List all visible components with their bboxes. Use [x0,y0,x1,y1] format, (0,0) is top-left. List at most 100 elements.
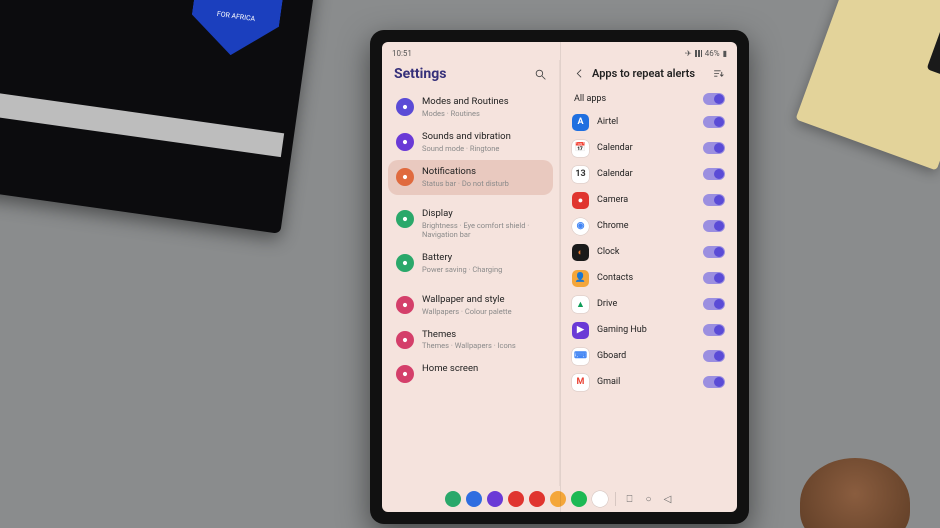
app-icon: ⌨ [572,348,589,365]
app-icon: M [572,374,589,391]
app-icon: ◐ [572,244,589,261]
wifi-icon: ✈ [685,49,692,58]
settings-item-wallpaper-and-style[interactable]: Wallpaper and styleWallpapers · Colour p… [388,288,553,323]
app-icon: 👤 [572,270,589,287]
settings-item-title: Home screen [422,364,478,375]
dock-app-icon[interactable] [466,491,482,507]
app-row-gmail[interactable]: M Gmail [568,369,729,395]
search-icon[interactable] [533,67,547,81]
barcode-strip [0,86,284,157]
app-row-chrome[interactable]: ◉ Chrome [568,213,729,239]
apps-pane: Apps to repeat alerts All apps A Airtel 📅C… [560,60,737,486]
apps-list[interactable]: All apps AAirtel📅Calendar13Calendar●Came… [560,88,737,486]
settings-item-display[interactable]: DisplayBrightness · Eye comfort shield ·… [388,202,553,246]
app-icon: ▲ [572,296,589,313]
settings-item-icon [396,98,414,116]
dock-app-icon[interactable] [550,491,566,507]
app-name: Clock [597,247,695,257]
hand-thumb [800,458,910,528]
settings-item-title: Modes and Routines [422,97,509,108]
settings-item-title: Themes [422,330,516,341]
app-toggle[interactable] [703,272,725,284]
product-box: FOR AFRICA Galaxy Z Fold6 [0,0,316,234]
app-row-gboard[interactable]: ⌨ Gboard [568,343,729,369]
settings-item-notifications[interactable]: NotificationsStatus bar · Do not disturb [388,160,553,195]
settings-item-subtitle: Sound mode · Ringtone [422,144,511,153]
app-name: Drive [597,299,695,309]
nav-back-icon[interactable]: ◁ [661,493,675,505]
settings-pane: Settings Modes and RoutinesModes · Routi… [382,60,560,486]
wooden-block [795,0,940,171]
app-name: Camera [597,195,695,205]
settings-item-title: Wallpaper and style [422,295,512,306]
dock-app-icon[interactable] [529,491,545,507]
settings-item-title: Notifications [422,167,509,178]
settings-item-themes[interactable]: ThemesThemes · Wallpapers · Icons [388,323,553,358]
all-apps-label: All apps [572,94,695,104]
nav-home-icon[interactable]: ○ [642,493,656,505]
settings-item-battery[interactable]: BatteryPower saving · Charging [388,246,553,281]
settings-item-icon [396,133,414,151]
app-toggle[interactable] [703,194,725,206]
all-apps-row[interactable]: All apps [568,88,729,109]
app-row-airtel[interactable]: A Airtel [568,109,729,135]
app-toggle[interactable] [703,324,725,336]
dock-app-icon[interactable] [445,491,461,507]
status-time: 10:51 [392,49,412,58]
app-name: Contacts [597,273,695,283]
app-toggle[interactable] [703,220,725,232]
settings-header: Settings [382,60,559,90]
apps-header: Apps to repeat alerts [560,60,737,88]
sort-icon[interactable] [711,66,725,80]
settings-item-subtitle: Wallpapers · Colour palette [422,307,512,316]
app-toggle[interactable] [703,168,725,180]
back-icon[interactable] [572,66,586,80]
app-row-camera[interactable]: ● Camera [568,187,729,213]
settings-item-home-screen[interactable]: Home screen [388,357,553,390]
settings-item-icon [396,296,414,314]
app-toggle[interactable] [703,376,725,388]
app-icon: ◉ [572,218,589,235]
settings-item-icon [396,365,414,383]
app-toggle[interactable] [703,142,725,154]
app-toggle[interactable] [703,246,725,258]
dock-app-icon[interactable] [571,491,587,507]
app-row-clock[interactable]: ◐ Clock [568,239,729,265]
app-name: Gaming Hub [597,325,695,335]
app-name: Airtel [597,117,695,127]
app-row-gaming-hub[interactable]: ▶Gaming Hub [568,317,729,343]
app-row-contacts[interactable]: 👤 Contacts [568,265,729,291]
dock-app-icon[interactable] [592,491,608,507]
app-name: Gboard [597,351,695,361]
settings-item-icon [396,210,414,228]
settings-item-modes-and-routines[interactable]: Modes and RoutinesModes · Routines [388,90,553,125]
galaxy-z-fold6-device: 10:51 ✈ 46% ▮ Settings Modes and Routine… [370,30,749,524]
dock-app-icon[interactable] [508,491,524,507]
app-icon: ● [572,192,589,209]
app-row-calendar[interactable]: 13Calendar [568,161,729,187]
app-row-calendar[interactable]: 📅Calendar [568,135,729,161]
app-name: Chrome [597,221,695,231]
apps-title: Apps to repeat alerts [586,67,711,80]
settings-item-subtitle: Modes · Routines [422,109,509,118]
app-toggle[interactable] [703,116,725,128]
settings-item-icon [396,168,414,186]
all-apps-toggle[interactable] [703,93,725,105]
app-toggle[interactable] [703,298,725,310]
settings-list[interactable]: Modes and RoutinesModes · RoutinesSounds… [382,90,559,486]
app-name: Calendar [597,143,695,153]
app-row-drive[interactable]: ▲ Drive [568,291,729,317]
app-icon: A [572,114,589,131]
settings-item-subtitle: Brightness · Eye comfort shield · Naviga… [422,221,545,239]
settings-item-title: Display [422,209,545,220]
battery-text: 46% [705,49,720,58]
status-right: ✈ 46% ▮ [685,49,727,58]
nav-recents-icon[interactable]: ⎕ [623,493,637,505]
app-toggle[interactable] [703,350,725,362]
dock-separator [615,492,616,506]
app-icon: 13 [572,166,589,183]
app-name: Gmail [597,377,695,387]
settings-item-sounds-and-vibration[interactable]: Sounds and vibrationSound mode · Rington… [388,125,553,160]
fold-hinge-line [560,42,561,512]
dock-app-icon[interactable] [487,491,503,507]
